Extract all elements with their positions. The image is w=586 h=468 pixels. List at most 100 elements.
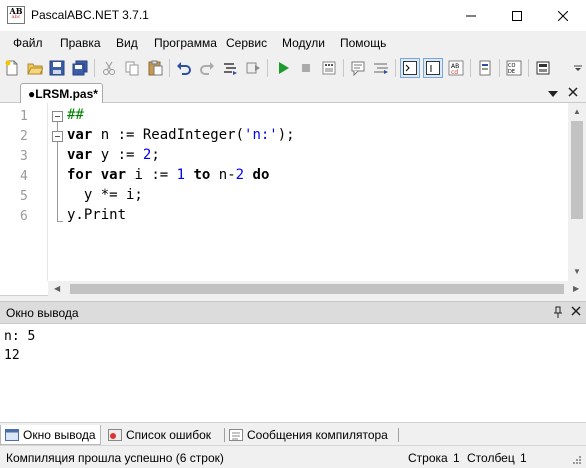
debug-button[interactable] bbox=[319, 58, 339, 78]
output-panel-title: Окно вывода bbox=[6, 306, 79, 320]
scroll-up-arrow[interactable]: ▲ bbox=[573, 107, 581, 116]
close-icon bbox=[558, 10, 568, 21]
code-line[interactable]: var n := ReadInteger('n:'); bbox=[67, 127, 295, 143]
close-button[interactable] bbox=[540, 0, 586, 31]
menu-program[interactable]: Программа bbox=[154, 36, 217, 50]
toolbar-overflow-button[interactable] bbox=[572, 58, 584, 78]
new-file-icon bbox=[5, 60, 18, 76]
error-list-icon bbox=[108, 429, 122, 441]
svg-text:cd: cd bbox=[451, 69, 458, 76]
run-button[interactable] bbox=[273, 58, 293, 78]
fold-toggle[interactable] bbox=[52, 111, 63, 122]
stop-button[interactable] bbox=[296, 58, 316, 78]
uncomment-button[interactable] bbox=[371, 58, 391, 78]
code-line[interactable]: y.Print bbox=[67, 207, 126, 223]
cut-icon bbox=[103, 61, 115, 75]
tab-output-window[interactable]: Окно вывода bbox=[0, 425, 101, 445]
output-window[interactable]: n: 5 12 bbox=[0, 323, 586, 422]
comment-button[interactable] bbox=[348, 58, 368, 78]
ab-button[interactable]: AB cd bbox=[446, 58, 466, 78]
open-button[interactable] bbox=[25, 58, 45, 78]
step-button[interactable] bbox=[243, 58, 263, 78]
scroll-left-arrow[interactable]: ◀ bbox=[54, 284, 60, 293]
menu-view[interactable]: Вид bbox=[116, 36, 138, 50]
scroll-right-arrow[interactable]: ▶ bbox=[573, 284, 579, 293]
output-window-icon bbox=[5, 428, 19, 441]
scroll-thumb[interactable] bbox=[571, 121, 583, 219]
editor-horizontal-scrollbar[interactable]: ◀ bbox=[48, 281, 568, 296]
scroll-corner: ▶ bbox=[568, 281, 586, 296]
tab-output-window-label: Окно вывода bbox=[23, 427, 96, 442]
save-icon bbox=[49, 60, 65, 76]
output-close-button[interactable] bbox=[570, 305, 582, 320]
tab-compiler-messages[interactable]: Сообщения компилятора bbox=[229, 425, 388, 445]
tab-compiler-messages-label: Сообщения компилятора bbox=[247, 428, 388, 442]
run-icon bbox=[279, 62, 289, 74]
status-col-value: 1 bbox=[520, 451, 527, 465]
status-message: Компиляция прошла успешно (6 строк) bbox=[6, 451, 224, 465]
cut-button[interactable] bbox=[99, 58, 119, 78]
code-line[interactable]: ## bbox=[67, 107, 84, 123]
code-token: 1 bbox=[176, 167, 186, 183]
text-mode-button[interactable]: I bbox=[423, 58, 443, 78]
database-button[interactable] bbox=[533, 58, 553, 78]
tab-close-button[interactable] bbox=[568, 86, 578, 100]
output-console-icon bbox=[403, 61, 417, 75]
code-line[interactable]: y *= i; bbox=[67, 187, 143, 203]
compile-button[interactable] bbox=[475, 58, 495, 78]
resize-grip[interactable] bbox=[572, 454, 582, 468]
format-button[interactable] bbox=[220, 58, 240, 78]
save-button[interactable] bbox=[47, 58, 67, 78]
tab-lrsm[interactable]: ●LRSM.pas* bbox=[20, 83, 103, 104]
svg-text:DE: DE bbox=[508, 69, 515, 75]
fold-toggle[interactable] bbox=[52, 131, 63, 142]
menu-file[interactable]: Файл bbox=[13, 36, 43, 50]
new-file-button[interactable] bbox=[2, 58, 22, 78]
menu-edit[interactable]: Правка bbox=[60, 36, 101, 50]
output-console-button[interactable] bbox=[400, 58, 420, 78]
debug-icon bbox=[322, 61, 336, 75]
svg-text:I: I bbox=[430, 64, 433, 75]
code-token: do bbox=[252, 167, 270, 183]
minimize-button[interactable] bbox=[448, 0, 494, 31]
menu-bar: Файл Правка Вид Программа Сервис Модули … bbox=[0, 31, 586, 55]
format-icon bbox=[224, 63, 237, 75]
copy-button[interactable] bbox=[122, 58, 142, 78]
menu-modules[interactable]: Модули bbox=[282, 36, 325, 50]
output-panel-header: Окно вывода bbox=[0, 301, 586, 323]
code-token: y := bbox=[92, 147, 143, 163]
code-button[interactable]: CO DE bbox=[504, 58, 524, 78]
editor-vertical-scrollbar[interactable]: ▲ ▼ bbox=[568, 103, 586, 281]
code-token: n := ReadInteger( bbox=[92, 127, 245, 143]
undo-icon bbox=[177, 62, 191, 75]
minimize-icon bbox=[466, 15, 476, 16]
maximize-button[interactable] bbox=[494, 0, 540, 31]
paste-icon bbox=[148, 60, 163, 76]
paste-button[interactable] bbox=[145, 58, 165, 78]
tab-separator bbox=[224, 428, 225, 442]
menu-help[interactable]: Помощь bbox=[340, 36, 386, 50]
pin-button[interactable] bbox=[553, 306, 563, 321]
code-line[interactable]: for var i := 1 to n-2 do bbox=[67, 167, 269, 183]
scroll-down-arrow[interactable]: ▼ bbox=[573, 267, 581, 276]
save-all-button[interactable] bbox=[70, 58, 90, 78]
chevron-down-icon bbox=[548, 91, 558, 97]
undo-button[interactable] bbox=[174, 58, 194, 78]
tab-error-list[interactable]: Список ошибок bbox=[108, 425, 211, 445]
scroll-thumb[interactable] bbox=[70, 284, 564, 294]
line-number: 6 bbox=[20, 209, 28, 224]
resize-grip-icon bbox=[573, 456, 581, 464]
code-token: ); bbox=[277, 127, 295, 143]
code-editor[interactable]: 1 2 3 4 5 6 ## var n := ReadInteger('n:'… bbox=[0, 103, 586, 296]
redo-button[interactable] bbox=[197, 58, 217, 78]
tab-list-button[interactable] bbox=[548, 87, 558, 101]
code-token: 2 bbox=[235, 167, 245, 183]
toolbar-separator bbox=[499, 59, 500, 77]
menu-service[interactable]: Сервис bbox=[226, 36, 267, 50]
code-token: y *= i; bbox=[67, 187, 143, 203]
pascalabc-app-icon[interactable]: AB abc bbox=[7, 6, 25, 24]
tab-separator bbox=[398, 428, 399, 442]
save-all-icon bbox=[72, 60, 88, 76]
code-line[interactable]: var y := 2; bbox=[67, 147, 160, 163]
